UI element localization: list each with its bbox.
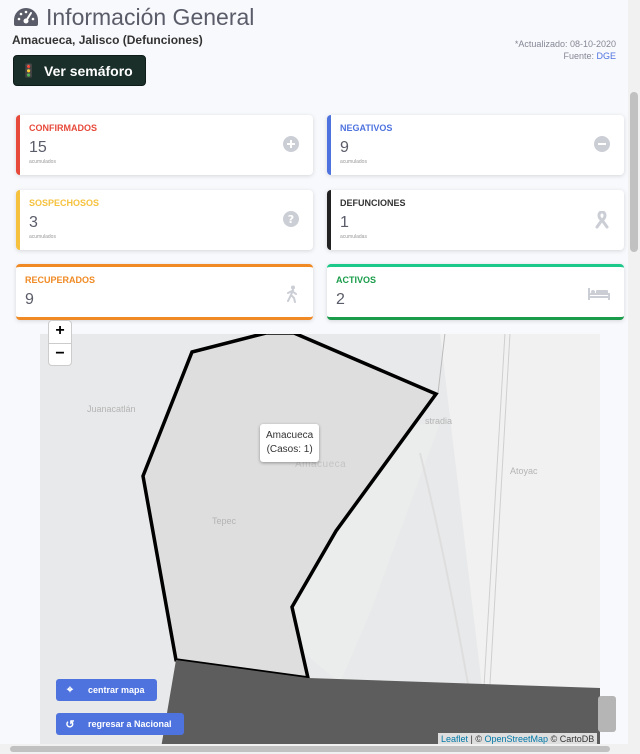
traffic-light-icon: 🚦 (20, 62, 38, 78)
attribution-separator: | © (468, 734, 485, 744)
plus-circle-icon (283, 136, 299, 157)
card-label: SOSPECHOSOS (29, 198, 100, 208)
vertical-scrollbar[interactable] (628, 0, 640, 754)
header: Información General Amacueca, Jalisco (D… (0, 0, 628, 110)
source-line: Fuente: DGE (515, 50, 616, 62)
tooltip-name: Amacueca (266, 430, 314, 441)
update-info: *Actualizado: 08-10-2020 Fuente: DGE (515, 38, 616, 62)
scrollbar-thumb-horizontal[interactable] (10, 746, 610, 752)
scrollbar-thumb[interactable] (630, 92, 638, 252)
card-label: NEGATIVOS (340, 123, 393, 133)
ver-semaforo-label: Ver semáforo (44, 62, 133, 79)
zoom-out-button[interactable]: − (49, 343, 71, 366)
card-defunciones: DEFUNCIONES 1 acumuladas (327, 190, 624, 250)
card-confirmados: CONFIRMADOS 15 acumulados (16, 115, 313, 175)
card-activos: ACTIVOS 2 (327, 264, 624, 320)
place-estradia: stradia (425, 416, 453, 426)
card-recuperados: RECUPERADOS 9 (16, 264, 313, 320)
location-subtitle: Amacueca, Jalisco (Defunciones) (12, 33, 203, 47)
card-value: 1 (340, 214, 349, 231)
updated-date: *Actualizado: 08-10-2020 (514, 39, 616, 49)
card-label: ACTIVOS (336, 275, 377, 285)
card-note: acumulados (29, 159, 56, 165)
ver-semaforo-button[interactable]: 🚦 Ver semáforo (13, 55, 146, 86)
horizontal-scrollbar[interactable] (0, 744, 628, 754)
card-value: 3 (29, 214, 38, 231)
source-prefix: Fuente: (563, 51, 597, 61)
expand-icon: ⌖ (66, 683, 74, 696)
card-value: 2 (336, 291, 345, 308)
back-national-label: regresar a Nacional (88, 719, 172, 729)
svg-text:?: ? (288, 213, 294, 226)
card-value: 9 (340, 139, 349, 156)
undo-icon: ↺ (65, 718, 75, 731)
card-note: acumuladas (340, 234, 367, 240)
ribbon-icon (594, 210, 610, 234)
card-value: 9 (25, 291, 34, 308)
card-sospechosos: SOSPECHOSOS 3 acumulados ? (16, 190, 313, 250)
side-panel-toggle[interactable] (598, 696, 616, 732)
leaflet-link[interactable]: Leaflet (441, 734, 468, 744)
zoom-in-button[interactable]: + (49, 321, 71, 343)
card-label: RECUPERADOS (25, 275, 96, 285)
question-circle-icon: ? (283, 211, 299, 232)
walking-icon (285, 285, 299, 308)
minus-circle-icon (594, 136, 610, 157)
zoom-control: + − (48, 320, 72, 366)
center-map-button[interactable]: ⌖ centrar mapa (56, 679, 157, 701)
place-atoyac: Atoyac (510, 466, 538, 476)
card-negativos: NEGATIVOS 9 acumulados (327, 115, 624, 175)
source-link[interactable]: DGE (596, 51, 616, 61)
tooltip-cases: (Casos: 1) (266, 444, 313, 455)
card-label: CONFIRMADOS (29, 123, 97, 133)
page-title-text: Información General (46, 4, 255, 30)
card-note: acumulados (29, 234, 56, 240)
map-tooltip: Amacueca (Casos: 1) (260, 424, 320, 462)
bed-icon (588, 287, 610, 306)
cartodb-text: CartoDB (559, 734, 595, 744)
card-label: DEFUNCIONES (340, 198, 406, 208)
page-title: Información General (12, 4, 254, 31)
card-value: 15 (29, 139, 47, 156)
dashboard-gauge-icon (14, 7, 38, 26)
back-national-button[interactable]: ↺ regresar a Nacional (56, 713, 184, 735)
stats-panel: CONFIRMADOS 15 acumulados NEGATIVOS 9 ac… (12, 106, 628, 334)
place-juanacatlan: Juanacatlán (87, 404, 136, 414)
attribution-separator-2: © (548, 734, 560, 744)
osm-link[interactable]: OpenStreetMap (485, 734, 549, 744)
card-note: acumulados (340, 159, 367, 165)
center-map-label: centrar mapa (88, 685, 145, 695)
place-tepec: Tepec (212, 516, 237, 526)
